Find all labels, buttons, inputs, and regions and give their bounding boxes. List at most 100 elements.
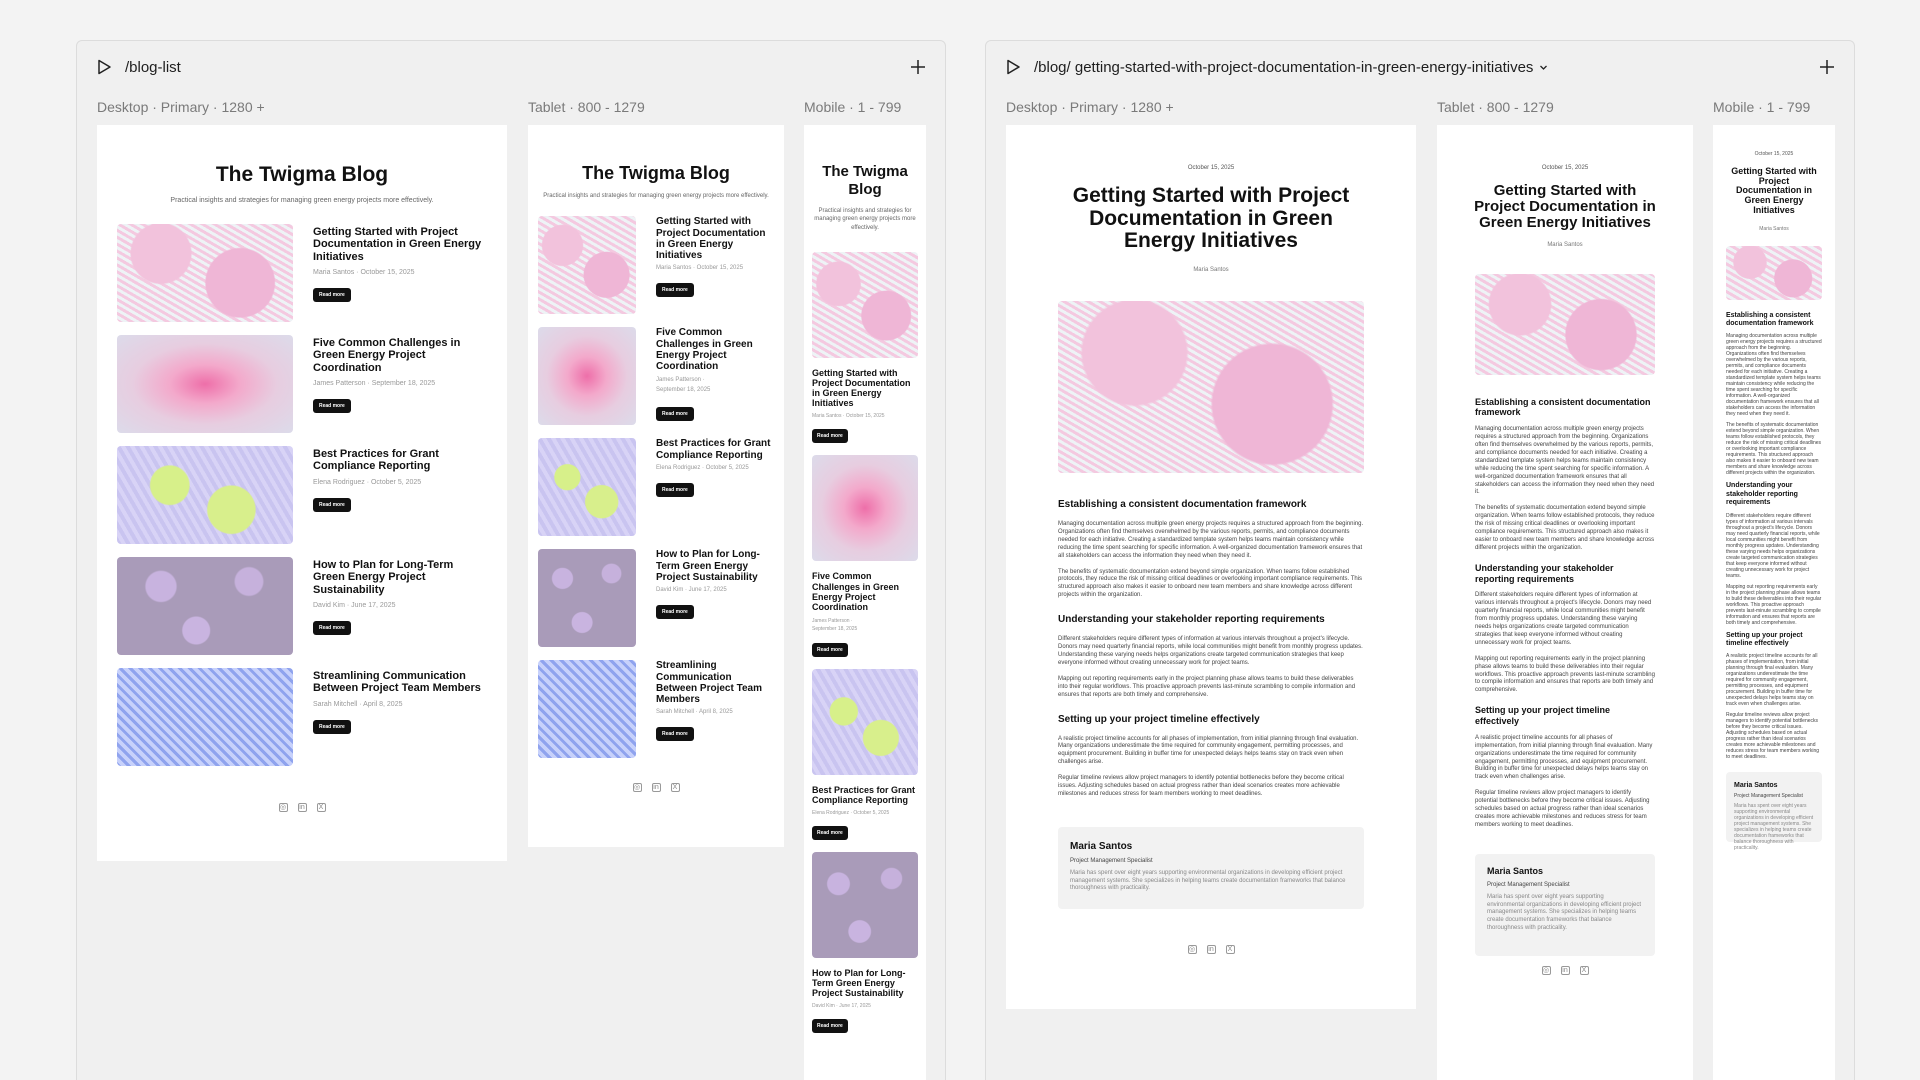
add-breakpoint-icon[interactable] <box>1818 58 1836 76</box>
post-item[interactable]: Best Practices for Grant Compliance Repo… <box>812 668 918 840</box>
post-thumbnail[interactable] <box>812 455 918 562</box>
post-item[interactable]: Streamlining Communication Between Proje… <box>117 668 487 779</box>
breakpoint-tablet-label[interactable]: Tablet · 800 - 1279 <box>528 99 645 115</box>
post-item[interactable]: Five Common Challenges in Green Energy P… <box>812 455 918 657</box>
post-thumbnail[interactable] <box>117 224 293 322</box>
article-hero-image <box>1058 301 1364 474</box>
post-item[interactable]: Getting Started with Project Documentati… <box>812 252 918 444</box>
x-icon[interactable]: X <box>1225 944 1235 954</box>
read-more-button[interactable]: Read more <box>313 620 351 635</box>
post-title[interactable]: How to Plan for Long-Term Green Energy P… <box>656 549 774 583</box>
author-card: Maria Santos Project Management Speciali… <box>1726 772 1822 851</box>
post-item[interactable]: How to Plan for Long-Term Green Energy P… <box>812 851 918 1034</box>
linkedin-icon[interactable]: in <box>297 803 307 812</box>
post-date: September 18, 2025 <box>812 625 858 632</box>
read-more-button[interactable]: Read more <box>313 719 351 734</box>
author-card-bio: Maria has spent over eight years support… <box>1070 869 1346 892</box>
post-item[interactable]: How to Plan for Long-Term Green Energy P… <box>538 549 774 660</box>
linkedin-icon[interactable]: in <box>1206 944 1216 954</box>
linkedin-icon[interactable]: in <box>651 783 661 793</box>
post-item[interactable]: Streamlining Communication Between Proje… <box>538 660 774 771</box>
post-thumbnail[interactable] <box>538 549 636 648</box>
read-more-button[interactable]: Read more <box>656 482 694 497</box>
post-thumbnail[interactable] <box>117 557 293 655</box>
post-meta: Maria Santos · October 15, 2025 <box>656 265 744 272</box>
route-path[interactable]: /blog/ getting-started-with-project-docu… <box>1034 59 1818 76</box>
linkedin-icon[interactable]: in <box>1560 965 1570 975</box>
post-title[interactable]: How to Plan for Long-Term Green Energy P… <box>313 559 487 596</box>
article-hero-image <box>1475 273 1655 375</box>
read-more-button[interactable]: Read more <box>313 287 351 302</box>
blog-post-panel: /blog/ getting-started-with-project-docu… <box>985 40 1855 1080</box>
post-title[interactable]: Best Practices for Grant Compliance Repo… <box>656 438 774 460</box>
post-title[interactable]: Five Common Challenges in Green Energy P… <box>313 337 487 374</box>
post-thumbnail[interactable] <box>538 438 636 537</box>
post-title[interactable]: Streamlining Communication Between Proje… <box>656 660 774 705</box>
post-thumbnail[interactable] <box>117 446 293 544</box>
post-thumbnail[interactable] <box>538 327 636 426</box>
play-icon[interactable] <box>1004 58 1022 76</box>
post-title[interactable]: Five Common Challenges in Green Energy P… <box>656 327 774 372</box>
read-more-button[interactable]: Read more <box>313 497 351 512</box>
instagram-icon[interactable]: ◎ <box>1187 944 1197 954</box>
section-paragraph: A realistic project timeline accounts fo… <box>1058 735 1359 766</box>
breakpoint-mobile-label[interactable]: Mobile · 1 - 799 <box>804 99 901 115</box>
post-title[interactable]: Best Practices for Grant Compliance Repo… <box>313 448 487 473</box>
post-thumbnail[interactable] <box>117 668 293 766</box>
author-card-bio: Maria has spent over eight years support… <box>1734 803 1814 852</box>
read-more-button[interactable]: Read more <box>656 727 694 742</box>
post-title[interactable]: Streamlining Communication Between Proje… <box>313 670 487 695</box>
post-title[interactable]: Getting Started with Project Documentati… <box>656 216 774 261</box>
x-icon[interactable]: X <box>670 783 680 793</box>
post-thumbnail[interactable] <box>117 335 293 433</box>
post-meta: James Patterson · September 18, 2025 <box>812 617 858 632</box>
read-more-button[interactable]: Read more <box>812 429 848 444</box>
post-body: Best Practices for Grant Compliance Repo… <box>313 446 487 557</box>
read-more-button[interactable]: Read more <box>656 604 694 619</box>
author-card-name: Maria Santos <box>1734 782 1778 790</box>
x-icon[interactable]: X <box>316 803 326 812</box>
breakpoint-desktop-label[interactable]: Desktop · Primary · 1280 + <box>1006 99 1174 115</box>
post-title[interactable]: Getting Started with Project Documentati… <box>313 226 487 263</box>
post-thumbnail[interactable] <box>538 660 636 759</box>
post-title[interactable]: Five Common Challenges in Green Energy P… <box>812 571 918 611</box>
breakpoint-desktop-label[interactable]: Desktop · Primary · 1280 + <box>97 99 265 115</box>
section-paragraph: Mapping out reporting requirements early… <box>1475 655 1655 694</box>
read-more-button[interactable]: Read more <box>812 825 848 840</box>
add-breakpoint-icon[interactable] <box>909 58 927 76</box>
post-body: How to Plan for Long-Term Green Energy P… <box>313 557 487 668</box>
post-item[interactable]: Five Common Challenges in Green Energy P… <box>538 327 774 438</box>
post-thumbnail[interactable] <box>812 252 918 359</box>
instagram-icon[interactable]: ◎ <box>1541 965 1551 975</box>
section-paragraph: Managing documentation across multiple g… <box>1475 426 1655 496</box>
section-paragraph: A realistic project timeline accounts fo… <box>1726 653 1818 708</box>
read-more-button[interactable]: Read more <box>812 1019 848 1034</box>
breakpoint-tablet-label[interactable]: Tablet · 800 - 1279 <box>1437 99 1554 115</box>
read-more-button[interactable]: Read more <box>313 398 351 413</box>
author-card-name: Maria Santos <box>1487 865 1544 876</box>
tablet-blog-frame: The Twigma Blog Practical insights and s… <box>528 125 784 847</box>
read-more-button[interactable]: Read more <box>656 283 694 298</box>
instagram-icon[interactable]: ◎ <box>278 803 288 812</box>
section-paragraph: Different stakeholders require different… <box>1058 636 1363 666</box>
post-item[interactable]: Five Common Challenges in Green Energy P… <box>117 335 487 446</box>
post-item[interactable]: Best Practices for Grant Compliance Repo… <box>117 446 487 557</box>
chevron-down-icon[interactable] <box>1539 63 1548 72</box>
post-item[interactable]: How to Plan for Long-Term Green Energy P… <box>117 557 487 668</box>
post-title[interactable]: Getting Started with Project Documentati… <box>812 368 918 408</box>
breakpoint-mobile-label[interactable]: Mobile · 1 - 799 <box>1713 99 1810 115</box>
read-more-button[interactable]: Read more <box>812 642 848 657</box>
read-more-button[interactable]: Read more <box>656 407 694 422</box>
post-item[interactable]: Getting Started with Project Documentati… <box>538 216 774 327</box>
post-thumbnail[interactable] <box>538 216 636 315</box>
post-thumbnail[interactable] <box>812 851 918 958</box>
post-item[interactable]: Getting Started with Project Documentati… <box>117 224 487 335</box>
instagram-icon[interactable]: ◎ <box>632 783 642 793</box>
post-title[interactable]: Best Practices for Grant Compliance Repo… <box>812 785 918 805</box>
play-icon[interactable] <box>95 58 113 76</box>
x-icon[interactable]: X <box>1579 965 1589 975</box>
post-item[interactable]: Best Practices for Grant Compliance Repo… <box>538 438 774 549</box>
article-title: Getting Started with Project Documentati… <box>1072 184 1350 253</box>
post-title[interactable]: How to Plan for Long-Term Green Energy P… <box>812 968 918 998</box>
post-thumbnail[interactable] <box>812 668 918 775</box>
